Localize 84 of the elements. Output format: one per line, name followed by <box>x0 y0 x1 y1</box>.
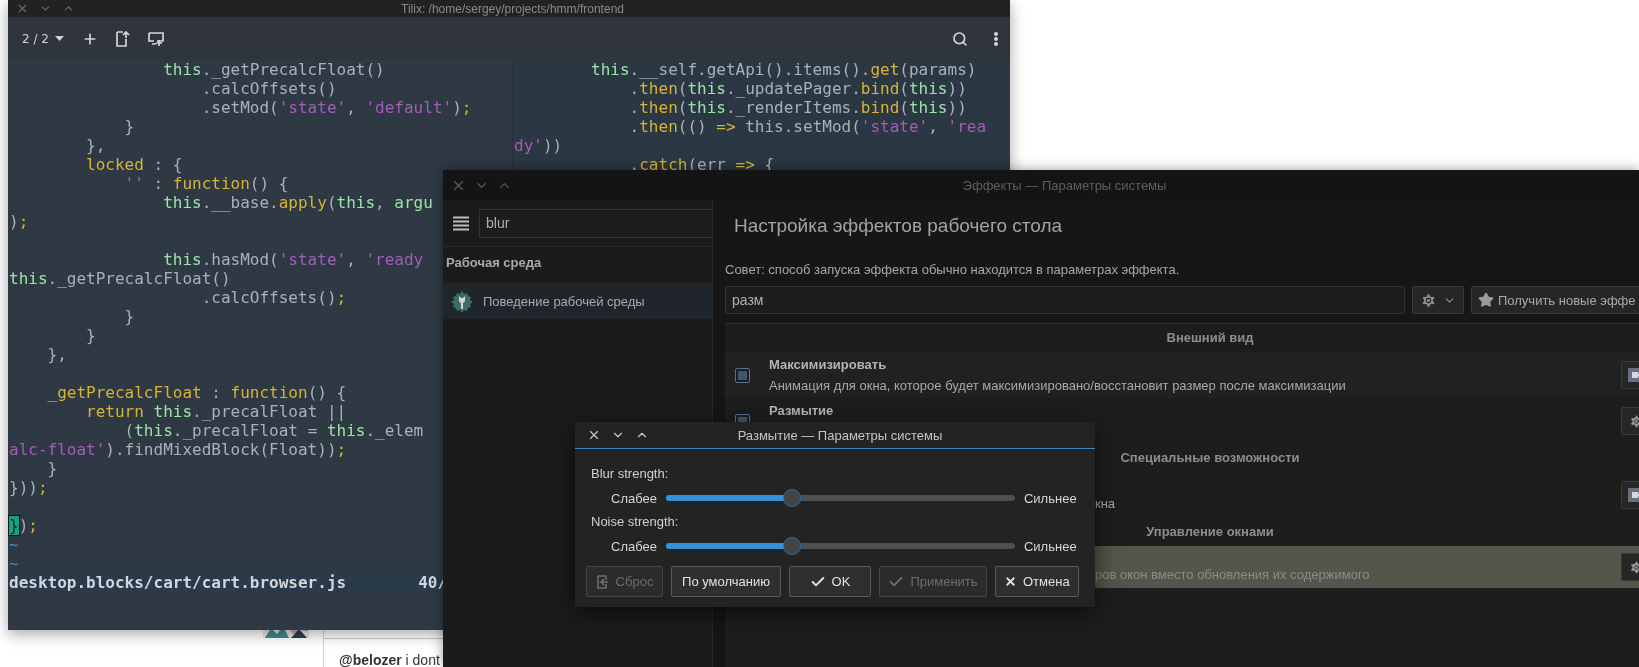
settings-icon <box>1628 559 1639 575</box>
effect-description: Анимация для окна, которое будет максимизировано/восстановит размер после максимизации <box>769 377 1346 395</box>
min-label: Слабее <box>611 490 657 506</box>
code-line: this.hasMod('state', 'ready <box>162 250 424 269</box>
settings-icon <box>1628 413 1639 429</box>
group-header: Управление окнами <box>1146 524 1274 539</box>
filter-field[interactable]: разм <box>725 286 1405 314</box>
slider[interactable] <box>665 489 1015 507</box>
code-line: _getPrecalcFloat : function() { <box>46 383 347 402</box>
close-icon <box>1004 575 1017 588</box>
gear-wrench-icon <box>451 290 473 312</box>
slider-label: Blur strength: <box>591 465 669 483</box>
star-icon <box>1478 292 1494 308</box>
code-line: dy')) <box>514 136 563 155</box>
monitor-plus-icon <box>147 31 164 46</box>
group-header: Специальные возможности <box>1120 450 1300 465</box>
page-heading: Настройка эффектов рабочего стола <box>733 214 1064 238</box>
code-line: ); <box>9 212 29 231</box>
hint-text: Совет: способ запуска эффекта обычно находится в параметрах эффекта. <box>725 261 1181 279</box>
code-line: .setMod('state', 'default'); <box>200 98 472 117</box>
code-line: .calcOffsets(); <box>200 288 347 307</box>
code-line: '' : function() { <box>123 174 289 193</box>
window-title: Эффекты — Параметры системы <box>962 177 1167 193</box>
split-button[interactable] <box>115 30 130 47</box>
settings-dropdown[interactable] <box>1412 286 1464 314</box>
dialog-title: Размытие — Параметры системы <box>737 427 943 443</box>
slider-label: Noise strength: <box>591 513 679 531</box>
effect-title: Максимизировать <box>769 356 888 374</box>
code-line: return this._precalFloat || <box>85 402 347 421</box>
effect-description: ров окон вместо обновления их содержимого <box>1095 566 1370 584</box>
reset-icon <box>595 574 610 589</box>
code-line: } <box>85 326 96 345</box>
code-line: }); <box>9 516 38 535</box>
page-arrow-icon <box>115 30 130 47</box>
code-line: this.__self.getApi().items().get(params) <box>590 60 977 79</box>
sidebar-item[interactable]: Поведение рабочей среды <box>443 283 712 319</box>
code-line: .then(() => this.setMod('state', 'rea <box>628 117 987 136</box>
code-line: .calcOffsets() <box>200 79 337 98</box>
code-line: ~ <box>9 554 19 573</box>
code-line: }, <box>46 345 67 364</box>
dialog-button[interactable]: По умолчанию <box>671 566 781 597</box>
session-switcher[interactable]: 2 / 2 <box>22 29 64 48</box>
new-session-button[interactable] <box>147 31 164 46</box>
dialog-button[interactable]: OK <box>789 566 871 597</box>
code-line: locked : { <box>85 155 183 174</box>
code-line: } <box>123 117 135 136</box>
code-line: alc-float').findMixedBlock(Float)); <box>9 440 347 459</box>
code-line: } <box>123 307 135 326</box>
max-label: Сильнее <box>1023 490 1077 506</box>
effect-row[interactable]: Максимизировать Анимация для окна, которое будет максимизировано/восстановит размер после максимизации <box>725 352 1639 398</box>
settings-icon <box>1420 291 1437 309</box>
sidebar-group-label: Рабочая среда <box>446 255 542 270</box>
caret-icon <box>54 36 64 41</box>
checkbox[interactable] <box>735 367 750 383</box>
code-line: })); <box>9 478 48 497</box>
get-new-effects-button[interactable]: Получить новые эффе <box>1471 286 1639 314</box>
code-line: .then(this._renderItems.bind(this)) <box>628 98 967 117</box>
search-field[interactable]: blur <box>479 208 712 238</box>
close-icon[interactable] <box>587 428 601 442</box>
dialog-button[interactable]: Отмена <box>995 566 1079 597</box>
slider-thumb[interactable] <box>782 489 801 507</box>
group-header: Внешний вид <box>1166 330 1254 345</box>
chat-message: @belozer i dont <box>339 652 440 667</box>
kebab-icon <box>994 31 998 46</box>
slider-thumb[interactable] <box>782 537 801 555</box>
effect-description: кна <box>1095 495 1116 513</box>
slider[interactable] <box>665 537 1015 555</box>
status-filename: desktop.blocks/cart/cart.browser.js <box>9 573 347 592</box>
code-line: }, <box>85 136 106 155</box>
min-label: Слабее <box>611 538 657 554</box>
code-line: this._getPrecalcFloat() <box>162 60 385 79</box>
code-line: this.__base.apply(this, argu <box>162 193 433 212</box>
search-icon <box>952 30 968 47</box>
max-label: Сильнее <box>1023 538 1077 554</box>
menu-button[interactable] <box>994 31 998 46</box>
menu-icon[interactable] <box>453 215 469 231</box>
code-line: .then(this._updatePager.bind(this)) <box>628 79 967 98</box>
code-line: this._getPrecalcFloat() <box>9 269 231 288</box>
effect-title: Размытие <box>769 402 835 420</box>
window-title: Tilix: /home/sergey/projects/hmm/frontend <box>401 1 624 16</box>
code-line: ~ <box>9 535 19 554</box>
search-button[interactable] <box>952 30 968 47</box>
code-line: (this._precalFloat = this._elem <box>123 421 424 440</box>
code-line: } <box>46 459 58 478</box>
